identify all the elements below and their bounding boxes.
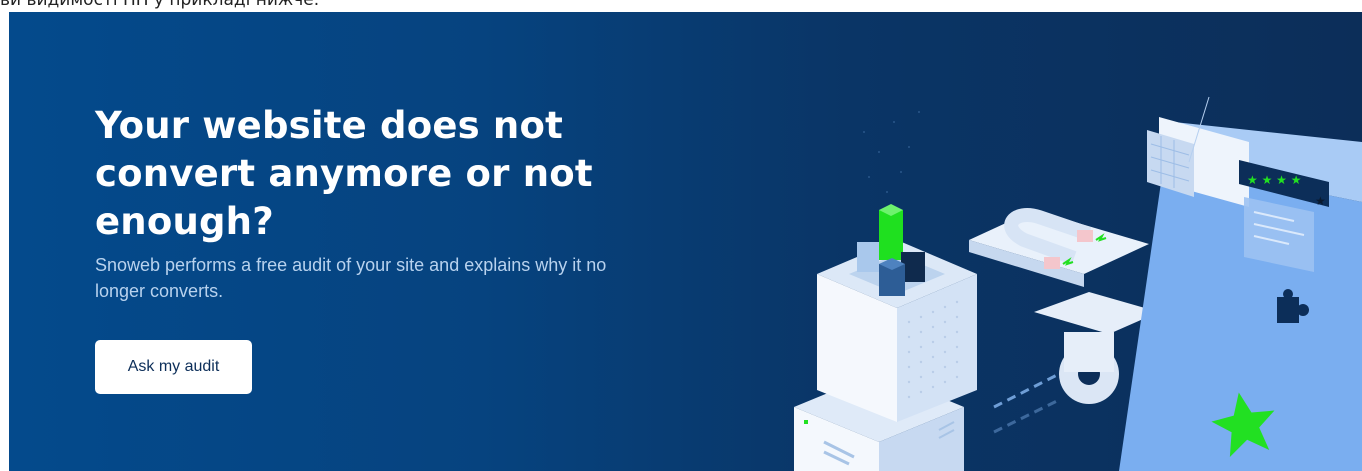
top-text-strip: ви видимості НП у прикладі нижче. [0,0,1362,12]
magnet-icon [969,208,1149,287]
ask-audit-button[interactable]: Ask my audit [95,340,252,394]
hero-illustration: ★ ★ ★ ★ ★ [794,96,1362,471]
truncated-top-text: ви видимості НП у прикладі нижче. [0,0,320,10]
svg-text:★ ★ ★ ★: ★ ★ ★ ★ [1247,173,1301,187]
svg-text:★: ★ [1315,194,1326,208]
hero-subtitle: Snoweb performs a free audit of your sit… [95,255,607,301]
hero-banner: Your website does not convert anymore or… [9,12,1362,471]
building-icon [817,204,977,422]
hero-title: Your website does not convert anymore or… [95,104,593,243]
